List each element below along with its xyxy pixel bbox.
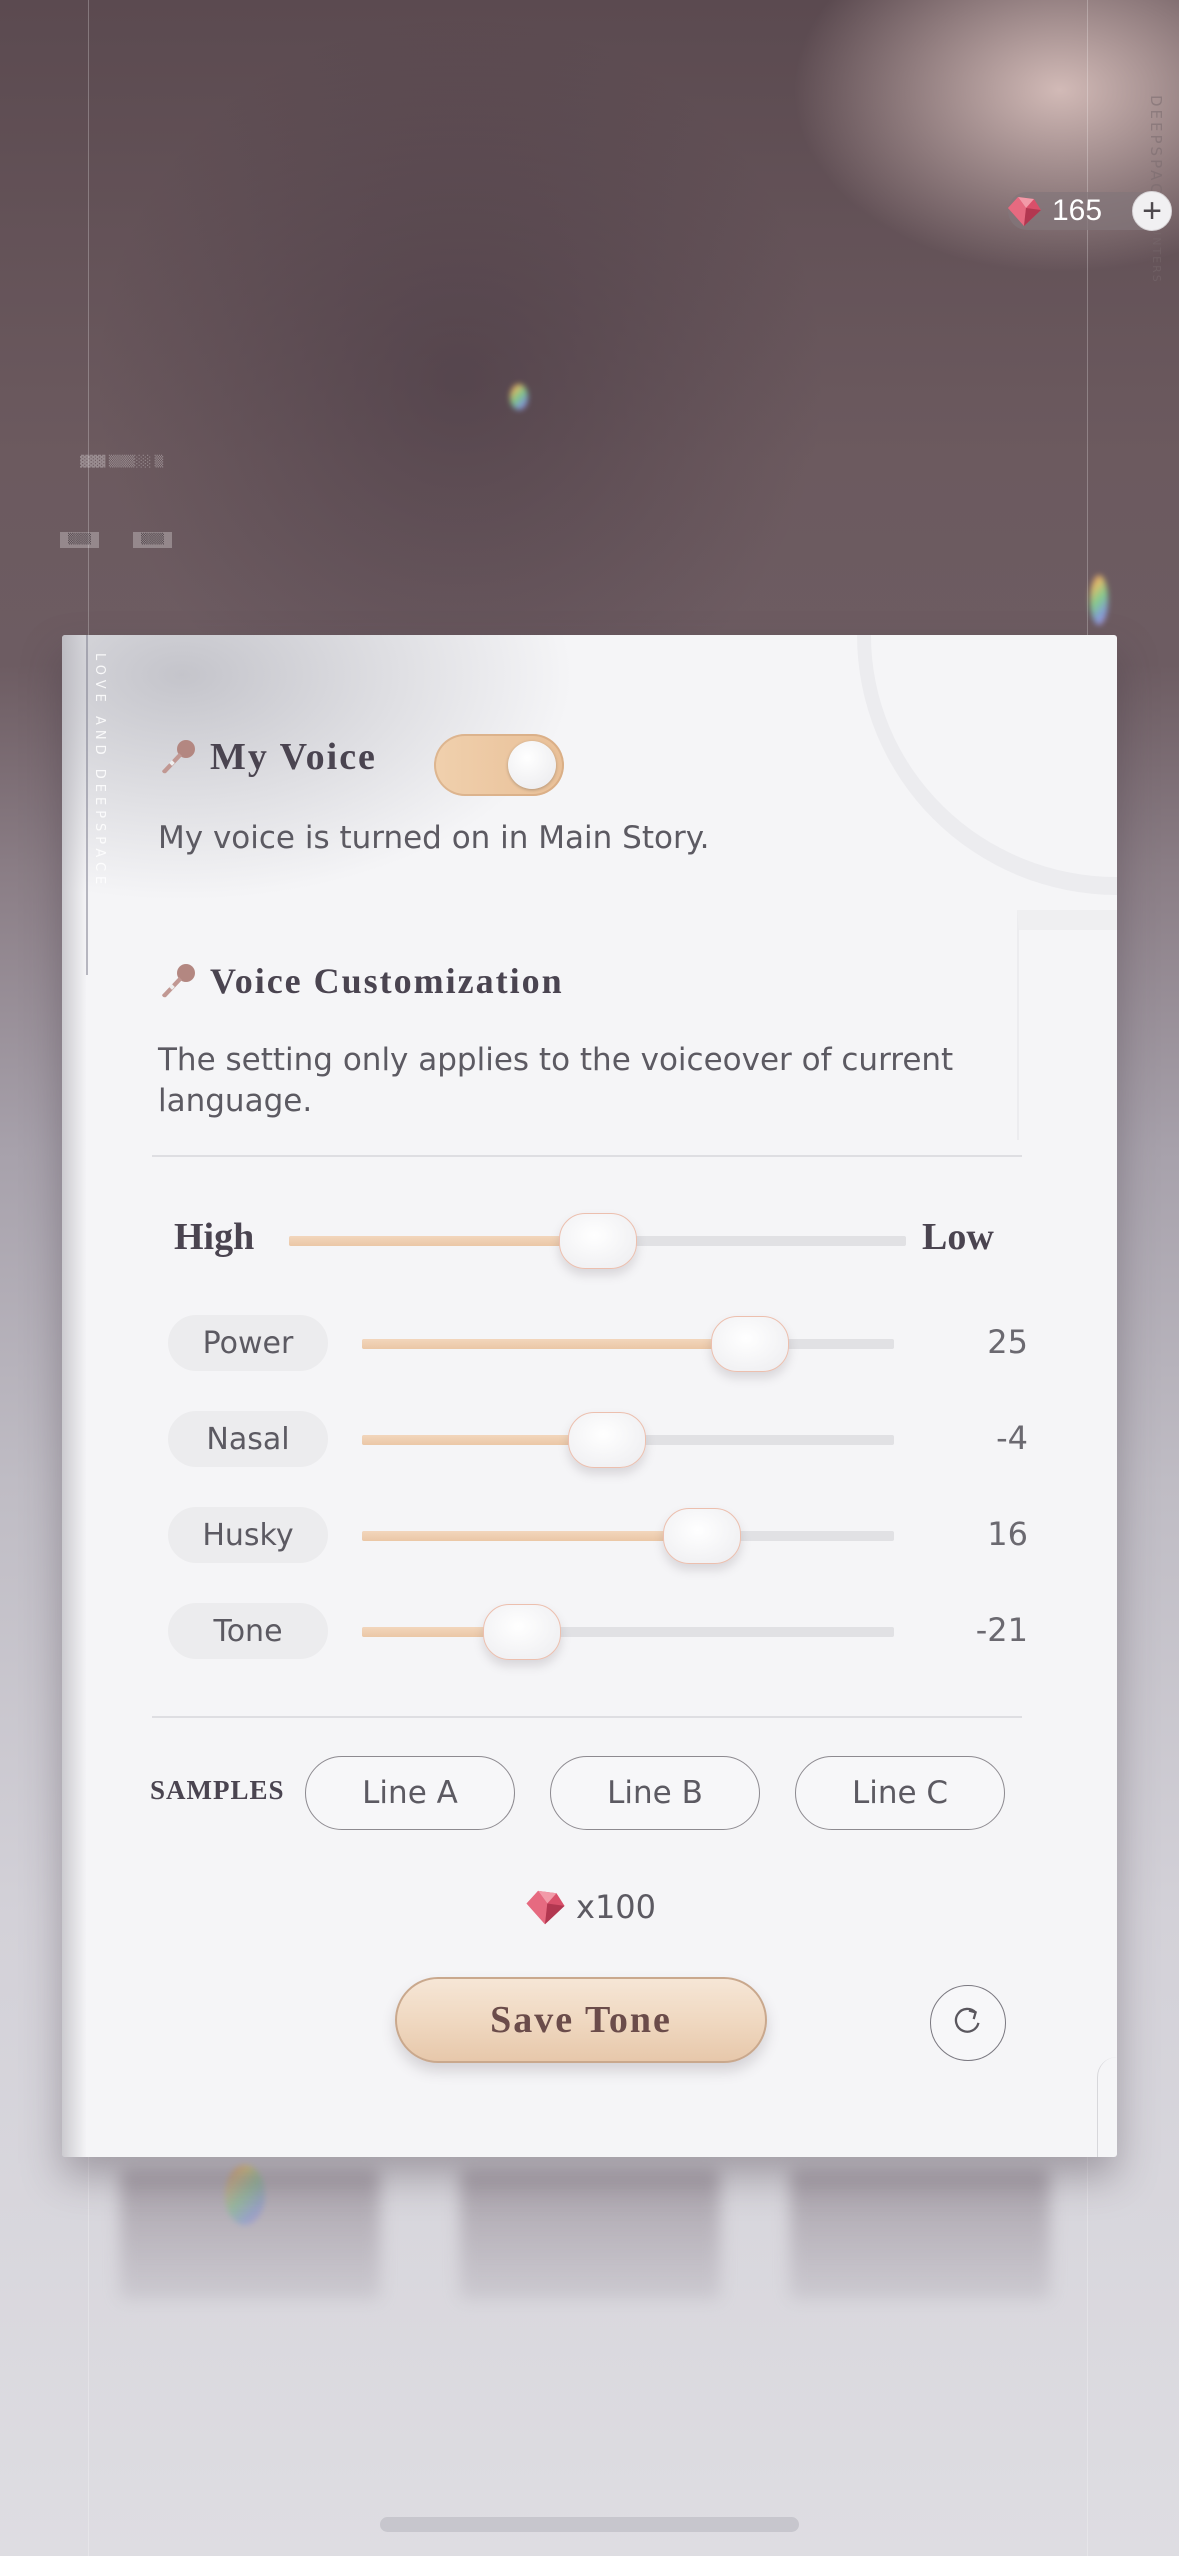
parameter-label: Power: [168, 1315, 328, 1371]
reset-icon: [949, 2002, 987, 2044]
panel-edge-line: [86, 635, 88, 975]
my-voice-toggle[interactable]: [434, 734, 564, 796]
sample-line-b-button[interactable]: Line B: [550, 1756, 760, 1830]
voice-customization-title: Voice Customization: [210, 961, 564, 1001]
slider-fill: [362, 1531, 703, 1541]
divider: [152, 1716, 1022, 1718]
voice-customization-description: The setting only applies to the voiceove…: [158, 1042, 954, 1119]
slider-handle[interactable]: [711, 1316, 790, 1372]
microphone-icon: [158, 737, 198, 777]
sample-line-a-button[interactable]: Line A: [305, 1756, 515, 1830]
parameter-row-nasal: Nasal -4: [168, 1411, 1028, 1469]
slider-handle[interactable]: [558, 1213, 637, 1269]
background-card: [460, 2170, 720, 2300]
reset-button[interactable]: [930, 1985, 1006, 2061]
slider-fill: [289, 1236, 598, 1246]
my-voice-title: My Voice: [210, 736, 377, 778]
pitch-low-label: Low: [922, 1216, 994, 1258]
background-tag: ▒▒▒: [60, 532, 100, 548]
sample-line-c-button[interactable]: Line C: [795, 1756, 1005, 1830]
parameter-value: 25: [987, 1323, 1028, 1361]
slider-handle[interactable]: [482, 1604, 561, 1660]
husky-slider[interactable]: [362, 1508, 894, 1564]
panel-edge: [62, 635, 86, 2157]
samples-label: SAMPLES: [150, 1775, 285, 1805]
background-card: [120, 2170, 380, 2300]
decorative-arc: [1097, 2057, 1117, 2157]
cost-amount: x100: [576, 1888, 657, 1926]
gem-icon: [1004, 194, 1044, 228]
divider: [152, 1155, 1022, 1157]
background-deco-text: ▓▓▓ ▒▒▒░░ ▒: [80, 455, 164, 468]
currency-counter: 165 +: [1008, 191, 1172, 231]
background-card: [790, 2170, 1050, 2300]
home-indicator[interactable]: [380, 2517, 799, 2532]
save-tone-button[interactable]: Save Tone: [395, 1977, 767, 2063]
save-cost: x100: [522, 1887, 656, 1927]
my-voice-description: My voice is turned on in Main Story.: [158, 820, 710, 856]
voice-settings-panel: LOVE AND DEEPSPACE My Voice My voice is …: [62, 635, 1117, 2157]
parameter-value: -4: [996, 1419, 1028, 1457]
background-tag: ▒▒▒: [133, 532, 173, 548]
nasal-slider[interactable]: [362, 1412, 894, 1468]
parameter-row-tone: Tone -21: [168, 1603, 1028, 1661]
my-voice-heading: My Voice: [158, 735, 377, 779]
parameter-label: Nasal: [168, 1411, 328, 1467]
decorative-arc: [1017, 910, 1117, 1140]
save-tone-label: Save Tone: [490, 1999, 672, 2041]
slider-handle[interactable]: [567, 1412, 646, 1468]
gem-icon: [522, 1887, 568, 1927]
parameter-value: -21: [975, 1611, 1028, 1649]
light-flare: [1090, 575, 1108, 625]
light-flare: [510, 384, 528, 410]
currency-amount: 165: [1052, 194, 1103, 227]
voice-customization-heading: Voice Customization: [158, 960, 564, 1002]
parameter-row-power: Power 25: [168, 1315, 1028, 1373]
power-slider[interactable]: [362, 1316, 894, 1372]
pitch-slider[interactable]: [289, 1213, 906, 1269]
plus-icon: +: [1142, 192, 1162, 230]
decorative-arc: [857, 635, 1117, 895]
parameter-label: Tone: [168, 1603, 328, 1659]
parameter-label: Husky: [168, 1507, 328, 1563]
pitch-high-label: High: [174, 1216, 255, 1258]
slider-fill: [362, 1339, 751, 1349]
tone-slider[interactable]: [362, 1604, 894, 1660]
toggle-knob: [508, 741, 556, 789]
slider-handle[interactable]: [663, 1508, 742, 1564]
add-currency-button[interactable]: +: [1132, 191, 1172, 231]
microphone-icon: [158, 961, 198, 1001]
parameter-row-husky: Husky 16: [168, 1507, 1028, 1565]
parameter-value: 16: [987, 1515, 1028, 1553]
brand-vertical-text: DEEPSPACE HUNTERS: [1147, 95, 1165, 284]
panel-side-text: LOVE AND DEEPSPACE: [92, 653, 107, 890]
